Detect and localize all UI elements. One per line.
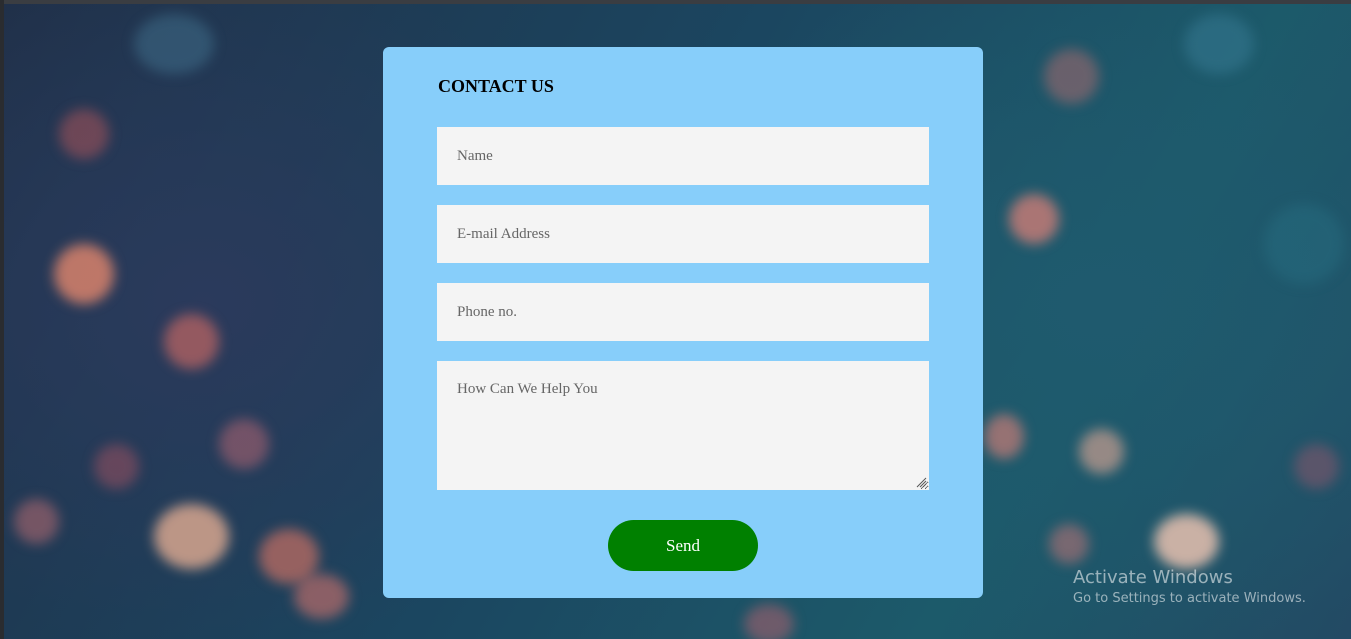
bokeh-light <box>164 314 219 369</box>
watermark-title: Activate Windows <box>1073 567 1233 588</box>
bokeh-light <box>1184 14 1254 74</box>
bokeh-light <box>1154 514 1219 569</box>
bokeh-light <box>1044 49 1099 104</box>
bokeh-light <box>219 419 269 469</box>
send-button[interactable]: Send <box>608 520 758 571</box>
contact-title: CONTACT US <box>438 76 554 96</box>
bokeh-light <box>54 244 114 304</box>
phone-input[interactable] <box>437 283 929 341</box>
bokeh-light <box>1079 429 1124 474</box>
bokeh-light <box>94 444 139 489</box>
bokeh-light <box>1294 444 1339 489</box>
bokeh-light <box>1264 204 1344 284</box>
message-textarea[interactable] <box>437 361 929 490</box>
bokeh-light <box>59 109 109 159</box>
bokeh-light <box>744 604 794 639</box>
bokeh-light <box>14 499 59 544</box>
bokeh-light <box>134 14 214 74</box>
contact-card: CONTACT US Send <box>383 47 983 598</box>
bokeh-light <box>294 574 349 619</box>
bokeh-light <box>984 414 1024 459</box>
bokeh-light <box>154 504 229 569</box>
bokeh-light <box>1049 524 1089 564</box>
bokeh-light <box>1009 194 1059 244</box>
watermark-subtitle: Go to Settings to activate Windows. <box>1073 591 1306 606</box>
name-input[interactable] <box>437 127 929 185</box>
email-input[interactable] <box>437 205 929 263</box>
activate-windows-watermark: Activate Windows Go to Settings to activ… <box>1073 566 1306 608</box>
